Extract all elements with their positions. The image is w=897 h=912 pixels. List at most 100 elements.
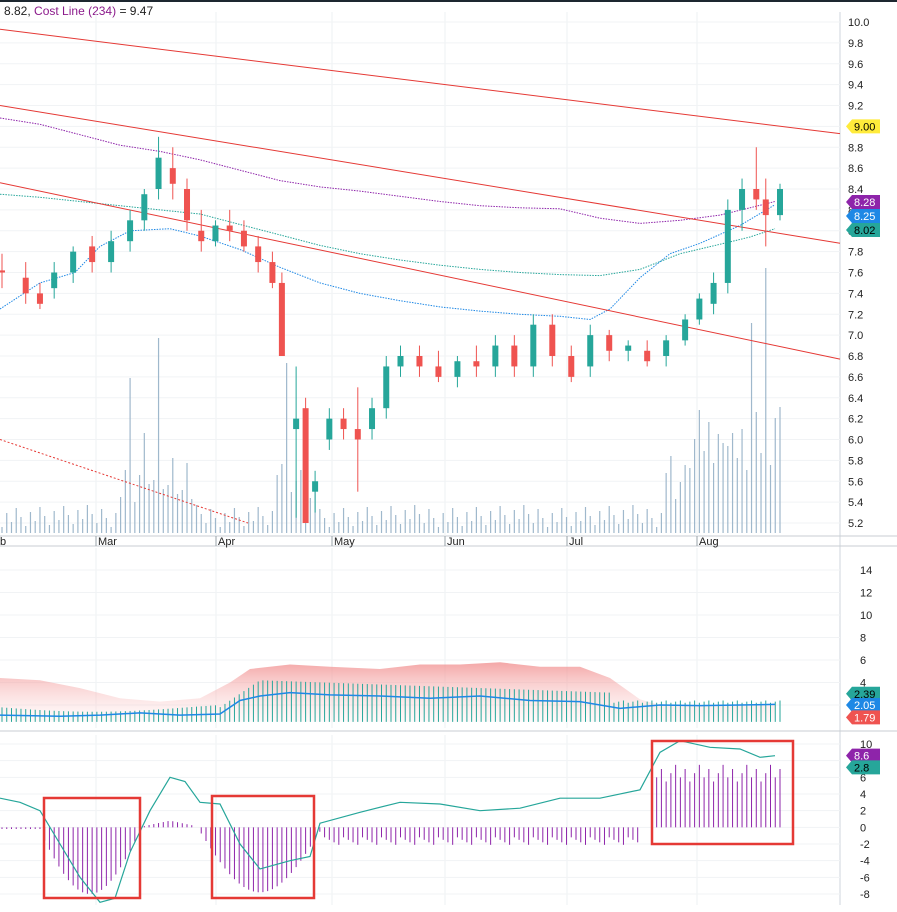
osc-tick-label: 0 [860,822,866,834]
candle-body [454,361,461,377]
price-tick-label: 7.0 [848,330,863,342]
badge-teal-ma-text: 8.02 [854,225,875,237]
candle-body [473,361,480,367]
x-tick-label-jul: Jul [569,536,583,548]
badge-osc-teal-text: 2.8 [854,762,869,774]
price-tick-label: 6.8 [848,351,863,363]
candle-body [141,194,148,221]
candle-body [663,340,670,356]
badge-osc-teal: 2.8 [846,760,880,775]
price-tick-label: 10.0 [848,17,869,29]
candle-body [340,418,347,430]
candle-body [255,246,262,263]
osc-tick-label: 4 [860,789,866,801]
badge-blue-ma-text: 8.25 [854,211,875,223]
candle-body [0,270,5,273]
candle-body [212,225,219,242]
candle-body [369,408,376,430]
badge-mid-blue: 2.05 [846,698,880,712]
candle-body [435,366,442,377]
badge-cost-line: 9.00 [846,119,880,134]
price-tick-label: 6.2 [848,414,863,426]
candle-body [240,230,247,247]
price-tick-label: 9.2 [848,101,863,113]
candle-body [696,298,703,320]
candle-body [511,345,518,367]
candle-body [293,418,300,430]
price-tick-label: 8.8 [848,142,863,154]
candle-body [762,199,769,216]
candle-body [127,220,134,242]
chart-canvas[interactable]: b Mar Apr May Jun Jul Aug 5.2 5.4 5.6 5.8 6.0 6.2 6.4… [0,0,897,912]
candle-body [354,429,361,440]
price-tick-label: 7.6 [848,268,863,280]
osc-signal-line [0,740,776,903]
price-tick-label: 9.6 [848,59,863,71]
candle-body [302,408,309,523]
candle-body [89,246,96,263]
candle-body [397,356,404,367]
candle-body [644,350,651,362]
mid-tick-label: 14 [860,565,872,577]
osc-tick-label: -4 [860,856,870,868]
candle-body [753,189,760,200]
badge-purple-ma-text: 8.28 [854,197,875,209]
candle-body [326,418,333,440]
badge-purple-ma: 8.28 [846,195,880,209]
badge-cost-line-text: 9.00 [854,121,875,133]
candle-body [155,157,162,189]
price-tick-label: 9.8 [848,38,863,50]
candle-body [312,481,319,492]
candle-body [70,251,77,273]
candle-body [568,356,575,377]
candle-body [184,189,191,221]
candle-body [606,335,613,351]
candle-body [724,209,731,283]
candle-body [169,168,176,184]
badge-teal-ma: 8.02 [846,223,880,237]
price-tick-label: 9.4 [848,80,863,92]
price-tick-label: 6.4 [848,393,863,405]
price-tick-label: 6.6 [848,372,863,384]
badge-mid-blue-text: 2.05 [854,700,875,712]
x-tick-label-mar: Mar [98,536,117,548]
candle-body [51,272,58,289]
candle-body [198,230,205,242]
badge-blue-ma: 8.25 [846,209,880,223]
price-tick-label: 7.8 [848,247,863,259]
x-tick-label-may: May [334,536,355,548]
candle-body [710,282,717,304]
x-tick-label-jun: Jun [447,536,465,548]
mid-tick-label: 8 [860,633,866,645]
price-tick-label: 5.2 [848,518,863,530]
badge-mid-red-text: 1.79 [854,712,875,724]
osc-tick-label: -2 [860,839,870,851]
x-tick-label-aug: Aug [699,536,719,548]
candle-body [108,241,115,263]
price-tick-label: 8.6 [848,163,863,175]
price-tick-label: 8.4 [848,184,863,196]
candle-body [739,189,746,210]
mid-tick-label: 10 [860,610,872,622]
candle-body [777,189,783,216]
price-tick-label: 7.2 [848,309,863,321]
candle-body [492,345,499,367]
trendline-lower [0,182,841,360]
candle-body [278,282,285,356]
candle-body [530,324,537,367]
price-tick-label: 5.8 [848,455,863,467]
osc-tick-label: -6 [860,872,870,884]
candle-body [682,319,689,341]
candle-body [549,324,556,356]
badge-mid-red: 1.79 [846,710,880,725]
candle-body [587,335,594,367]
osc-tick-label: 2 [860,806,866,818]
candle-body [226,225,233,231]
trendline-upper [0,28,841,135]
mid-tick-label: 12 [860,588,872,600]
candle-body [269,262,276,283]
candle-body [383,366,390,409]
price-tick-label: 5.6 [848,476,863,488]
teal-moving-average [0,193,776,277]
price-tick-label: 6.0 [848,435,863,447]
